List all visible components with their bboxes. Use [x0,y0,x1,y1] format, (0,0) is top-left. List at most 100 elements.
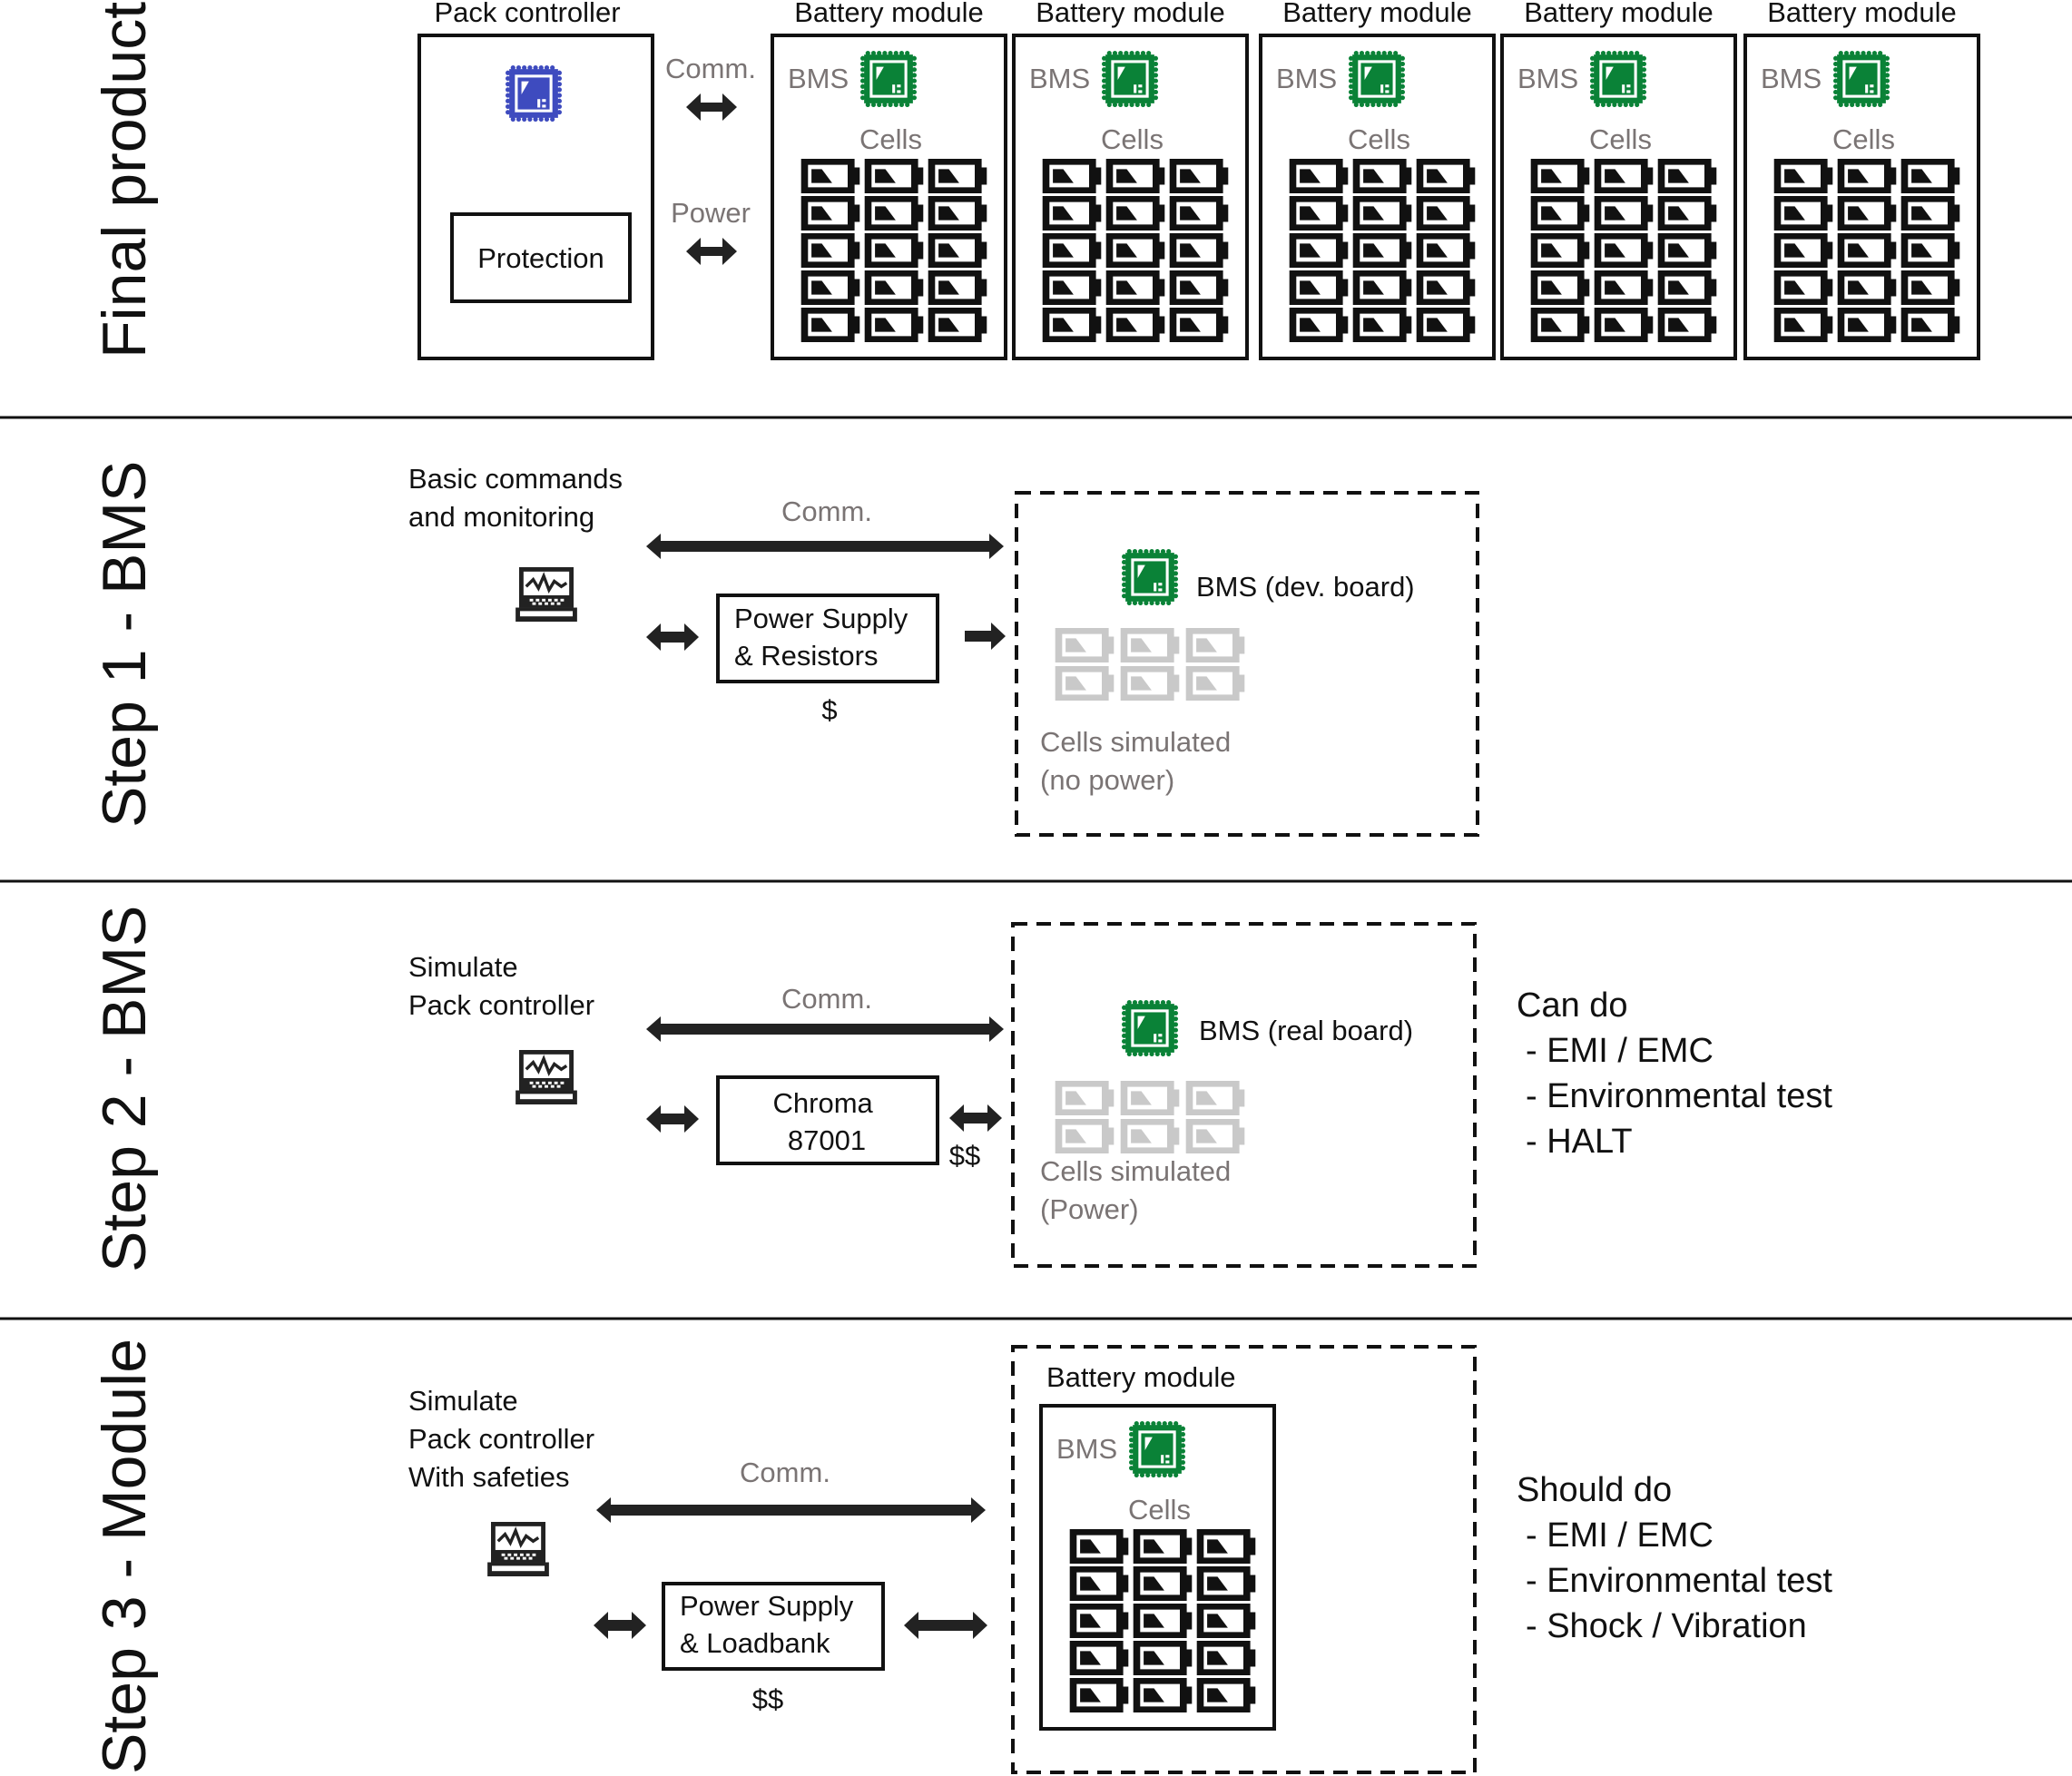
desc-line: Simulate [408,951,518,983]
test-list: Can do - EMI / EMC - Environmental test … [1517,986,1832,1161]
module-title: Battery module [1524,0,1714,28]
battery-cell-icon [1055,1081,1115,1115]
power-double-arrow-icon [904,1612,987,1639]
battery-cell-icon [1837,196,1897,231]
battery-cell-icon [864,308,924,342]
battery-cell-icon [1196,1529,1256,1564]
dut-label: BMS (real board) [1199,1015,1413,1046]
battery-cell-icon [1773,196,1833,231]
power-supply-label: Power Supply & Loadbank [680,1590,861,1659]
desc-line: With safeties [408,1461,569,1493]
equipment-line: Chroma [773,1087,874,1119]
battery-cell-icon [1169,159,1229,193]
dut-label: BMS (dev. board) [1196,571,1415,603]
module-title: Battery module [1767,0,1957,28]
battery-module: Battery module BMS Cells [1500,0,1737,360]
battery-cell-icon [1900,159,1960,193]
battery-cell-icon [1105,159,1165,193]
cells-label: Cells [1101,123,1164,155]
battery-cell-icon [1042,308,1102,342]
battery-cell-icon [1773,308,1833,342]
equipment-line: 87001 [788,1124,866,1156]
battery-cell-icon [1416,270,1476,305]
comm-double-arrow-icon [646,534,1004,559]
battery-cell-icon [1185,1081,1245,1115]
cells-label: Cells [1348,123,1410,155]
battery-cell-icon [1352,308,1412,342]
battery-cell-icon [1773,233,1833,268]
pack-controller: Pack controller Protection [417,0,654,360]
battery-cell-icon [1530,196,1590,231]
battery-cell-icon [1900,308,1960,342]
battery-cell-icon [1289,233,1349,268]
equipment-line: Power Supply [680,1590,854,1622]
battery-cell-icon [1055,1119,1115,1153]
comm-double-arrow-icon [686,93,737,121]
test-item: - Shock / Vibration [1526,1607,1807,1645]
desc-line: Pack controller [408,989,594,1021]
battery-cell-icon [1289,196,1349,231]
battery-cell-icon [1657,233,1717,268]
bms-label: BMS [1761,63,1822,94]
battery-cell-icon [1133,1604,1193,1638]
battery-cell-icon [1169,196,1229,231]
battery-cell-icon [800,308,860,342]
test-item: - Environmental test [1526,1077,1832,1115]
bms-label: BMS [1029,63,1090,94]
laptop-icon [487,1522,549,1576]
battery-cell-icon [1352,233,1412,268]
chroma-label: Chroma 87001 [773,1087,881,1156]
battery-cell-icon [1120,628,1180,662]
battery-cell-icon [1105,233,1165,268]
battery-cell-icon [1169,308,1229,342]
battery-cell-icon [1657,308,1717,342]
battery-cell-icon [1185,628,1245,662]
battery-cell-icon [1055,666,1115,701]
battery-cell-icon [800,233,860,268]
battery-cell-icon [1900,233,1960,268]
battery-cell-icon [1120,1081,1180,1115]
battery-cell-icon [800,159,860,193]
battery-cell-icon [1133,1641,1193,1675]
row-label-step1: Step 1 - BMS [90,461,159,828]
battery-cell-icon [1530,270,1590,305]
power-label: Power [671,197,751,229]
comm-label: Comm. [665,53,756,84]
step3-section: Simulate Pack controller With safeties C… [408,1345,1832,1774]
simulated-cells [1055,628,1245,701]
step3-description: Simulate Pack controller With safeties [408,1385,603,1493]
battery-cell-icon [1069,1678,1129,1712]
step2-section: Simulate Pack controller Comm. Chroma 87… [408,922,1832,1268]
battery-cell-icon [1133,1566,1193,1601]
cells-label: Cells [1589,123,1652,155]
module-title: Battery module [1036,0,1225,28]
pack-controller-title: Pack controller [434,0,620,28]
bms-chip-icon [1102,51,1158,107]
comm-label: Comm. [781,496,872,527]
equipment-line: & Resistors [734,640,878,672]
battery-module: Battery module BMS Cells [1012,0,1249,360]
bms-chip-icon [1590,51,1646,107]
battery-cell-icon [928,270,987,305]
battery-cell-icon [1042,159,1102,193]
battery-cell-icon [1069,1529,1129,1564]
battery-cell-icon [1042,233,1102,268]
battery-cell-icon [1837,308,1897,342]
test-item: - EMI / EMC [1526,1516,1714,1555]
equipment-line: Power Supply [734,603,908,634]
cells-line: Cells simulated [1040,1155,1231,1187]
battery-cell-icon [1657,270,1717,305]
battery-cell-icon [1169,233,1229,268]
battery-cell-icon [928,308,987,342]
power-double-arrow-icon [646,623,699,651]
test-item: - Environmental test [1526,1562,1832,1600]
battery-cell-icon [1416,196,1476,231]
battery-cell-icon [1773,270,1833,305]
battery-cell-icon [1133,1678,1193,1712]
battery-cell-icon [1196,1641,1256,1675]
battery-cell-icon [1169,270,1229,305]
battery-cell-icon [1069,1566,1129,1601]
battery-cell-icon [1900,196,1960,231]
simulated-cells [1055,1081,1245,1153]
battery-cell-icon [1069,1641,1129,1675]
